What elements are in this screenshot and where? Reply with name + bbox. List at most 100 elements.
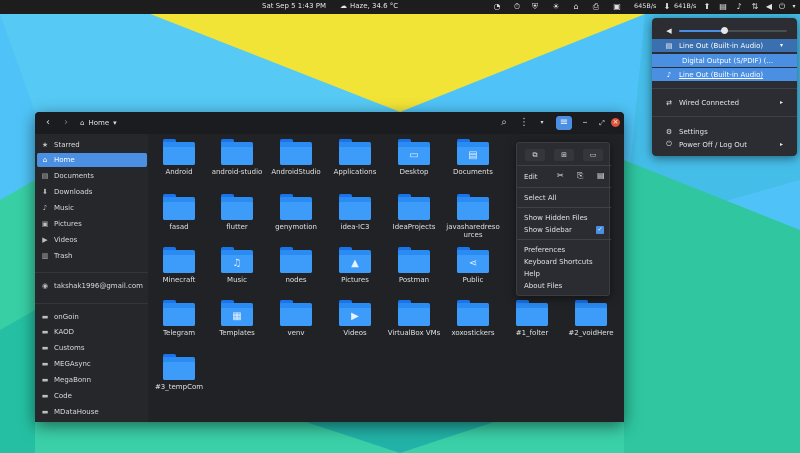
sidebar-item-downloads[interactable]: ⬇ Downloads: [37, 185, 147, 199]
folder-item[interactable]: #1_folter: [504, 300, 560, 337]
volume-icon[interactable]: ◀: [764, 2, 774, 12]
bookmark-icon[interactable]: ⌂: [571, 2, 581, 12]
folder-label: AndroidStudio: [271, 168, 321, 176]
folder-item[interactable]: IdeaProjects: [386, 194, 442, 231]
folder-icon: [398, 247, 430, 273]
new-tab-icon[interactable]: ⊞: [554, 149, 574, 161]
keyboard-shortcuts-item[interactable]: Keyboard Shortcuts: [524, 258, 593, 266]
sidebar-item-music[interactable]: ♪ Music: [37, 201, 147, 215]
search-icon[interactable]: ⌕: [497, 116, 511, 130]
folder-item[interactable]: idea-IC3: [327, 194, 383, 231]
sidebar-item-takshak1996-gmail-com[interactable]: ◉ takshak1996@gmail.com: [37, 279, 147, 293]
shield-icon[interactable]: ⛨: [530, 2, 540, 12]
sidebar-item-documents[interactable]: ▤ Documents: [37, 169, 147, 183]
folder-item[interactable]: AndroidStudio: [268, 139, 324, 176]
folder-item[interactable]: flutter: [209, 194, 265, 231]
sidebar-item-label: Music: [54, 204, 74, 212]
folder-item[interactable]: Android: [151, 139, 207, 176]
chevron-down-icon[interactable]: ▾: [789, 2, 799, 12]
document-icon: ▤: [41, 172, 49, 180]
sidebar-item-starred[interactable]: ★ Starred: [37, 138, 147, 152]
power-off-logout-item[interactable]: ⏻ Power Off / Log Out ▸: [652, 138, 797, 151]
folder-item[interactable]: fasad: [151, 194, 207, 231]
folder-item[interactable]: Postman: [386, 247, 442, 284]
folder-item[interactable]: ▲ Pictures: [327, 247, 383, 284]
folder-item[interactable]: ♫ Music: [209, 247, 265, 284]
sidebar-item-pictures[interactable]: ▣ Pictures: [37, 217, 147, 231]
folder-item[interactable]: #2_voidHere: [563, 300, 619, 337]
forward-button[interactable]: ›: [59, 116, 73, 130]
sidebar-item-megasync[interactable]: ▬ MEGAsync: [37, 357, 147, 371]
folder-item[interactable]: ⋖ Public: [445, 247, 501, 284]
copy-icon[interactable]: ⎘: [577, 171, 583, 181]
folder-item[interactable]: Minecraft: [151, 247, 207, 284]
sidebar-item-ongoin[interactable]: ▬ onGoin: [37, 310, 147, 324]
view-chevron-icon[interactable]: ▾: [535, 116, 549, 130]
sidebar-item-trash[interactable]: ▥ Trash: [37, 249, 147, 263]
menu-button[interactable]: ≡: [556, 116, 572, 130]
about-files-item[interactable]: About Files: [524, 282, 562, 290]
clipboard-icon[interactable]: ▤: [718, 2, 728, 12]
sidebar-item-videos[interactable]: ▶ Videos: [37, 233, 147, 247]
new-folder-icon[interactable]: ▭: [583, 149, 603, 161]
panel-weather[interactable]: ☁ Haze, 34.6 °C: [340, 2, 398, 10]
folder-item[interactable]: android-studio: [209, 139, 265, 176]
settings-item[interactable]: ⚙ Settings: [652, 125, 797, 138]
sidebar-item-home[interactable]: ⌂ Home: [37, 153, 147, 167]
folder-item[interactable]: ▭ Desktop: [386, 139, 442, 176]
select-all-item[interactable]: Select All: [524, 194, 557, 202]
show-sidebar-item[interactable]: Show Sidebar: [524, 226, 572, 234]
folder-item[interactable]: Applications: [327, 139, 383, 176]
sidebar-item-mdatahouse[interactable]: ▬ MDataHouse: [37, 405, 147, 419]
folder-item[interactable]: ▤ Documents: [445, 139, 501, 176]
cpu-icon[interactable]: ▣: [612, 2, 622, 12]
preferences-item[interactable]: Preferences: [524, 246, 565, 254]
network-icon[interactable]: ⇅: [750, 2, 760, 12]
stopwatch-icon[interactable]: ⏱: [512, 2, 522, 12]
maximize-button[interactable]: ⤢: [595, 116, 609, 130]
help-item[interactable]: Help: [524, 270, 540, 278]
wired-connection-item[interactable]: ⇄ Wired Connected ▸: [652, 96, 797, 109]
system-menu-popover: ◀ ▤ Line Out (Built-in Audio) ▾ Digital …: [652, 18, 797, 156]
new-window-icon[interactable]: ⧉: [525, 149, 545, 161]
folder-icon: [398, 194, 430, 220]
sidebar-item-code[interactable]: ▬ Code: [37, 389, 147, 403]
printer-icon[interactable]: ⎙: [591, 2, 601, 12]
sidebar-item-jumpondata[interactable]: ▬JumpOnData: [37, 421, 147, 422]
close-button[interactable]: ×: [611, 118, 620, 127]
bell-icon[interactable]: ♪: [734, 2, 744, 12]
folder-item[interactable]: genymotion: [268, 194, 324, 231]
weather-icon[interactable]: ☀: [551, 2, 561, 12]
sidebar-item-customs[interactable]: ▬ Customs: [37, 341, 147, 355]
timer-icon[interactable]: ◔: [492, 2, 502, 12]
show-hidden-files-item[interactable]: Show Hidden Files: [524, 214, 588, 222]
folder-item[interactable]: Telegram: [151, 300, 207, 337]
sidebar-item-kaod[interactable]: ▬ KAOD: [37, 325, 147, 339]
folder-item[interactable]: #3_tempCom: [151, 354, 207, 391]
audio-output-option[interactable]: Digital Output (S/PDIF) (...: [652, 54, 797, 67]
folder-item[interactable]: nodes: [268, 247, 324, 284]
volume-slider[interactable]: [679, 27, 787, 34]
folder-label: IdeaProjects: [392, 223, 436, 231]
paste-icon[interactable]: ▤: [597, 171, 605, 180]
folder-item[interactable]: ▶ Videos: [327, 300, 383, 337]
minimize-button[interactable]: –: [578, 116, 592, 130]
folder-item[interactable]: venv: [268, 300, 324, 337]
cut-icon[interactable]: ✂: [557, 171, 564, 180]
show-sidebar-checkbox[interactable]: ✓: [596, 226, 604, 234]
sidebar-item-megabonn[interactable]: ▬ MegaBonn: [37, 373, 147, 387]
view-options-icon[interactable]: ⋮: [517, 116, 531, 130]
audio-output-option[interactable]: ♪ Line Out (Built-in Audio): [652, 68, 797, 81]
sidebar-item-label: takshak1996@gmail.com: [54, 282, 143, 290]
folder-item[interactable]: VirtualBox VMs: [386, 300, 442, 337]
back-button[interactable]: ‹: [41, 116, 55, 130]
path-bar[interactable]: ⌂ Home ▾: [80, 116, 117, 130]
folder-icon: [457, 194, 489, 220]
folder-item[interactable]: xoxostickers: [445, 300, 501, 337]
audio-output-selector[interactable]: ▤ Line Out (Built-in Audio) ▾: [652, 39, 797, 52]
folder-label: Desktop: [399, 168, 429, 176]
panel-clock[interactable]: Sat Sep 5 1:43 PM: [262, 2, 326, 10]
folder-item[interactable]: ▦ Templates: [209, 300, 265, 337]
folder-item[interactable]: javasharedresources: [445, 194, 501, 239]
power-icon[interactable]: ⏻: [777, 2, 787, 12]
